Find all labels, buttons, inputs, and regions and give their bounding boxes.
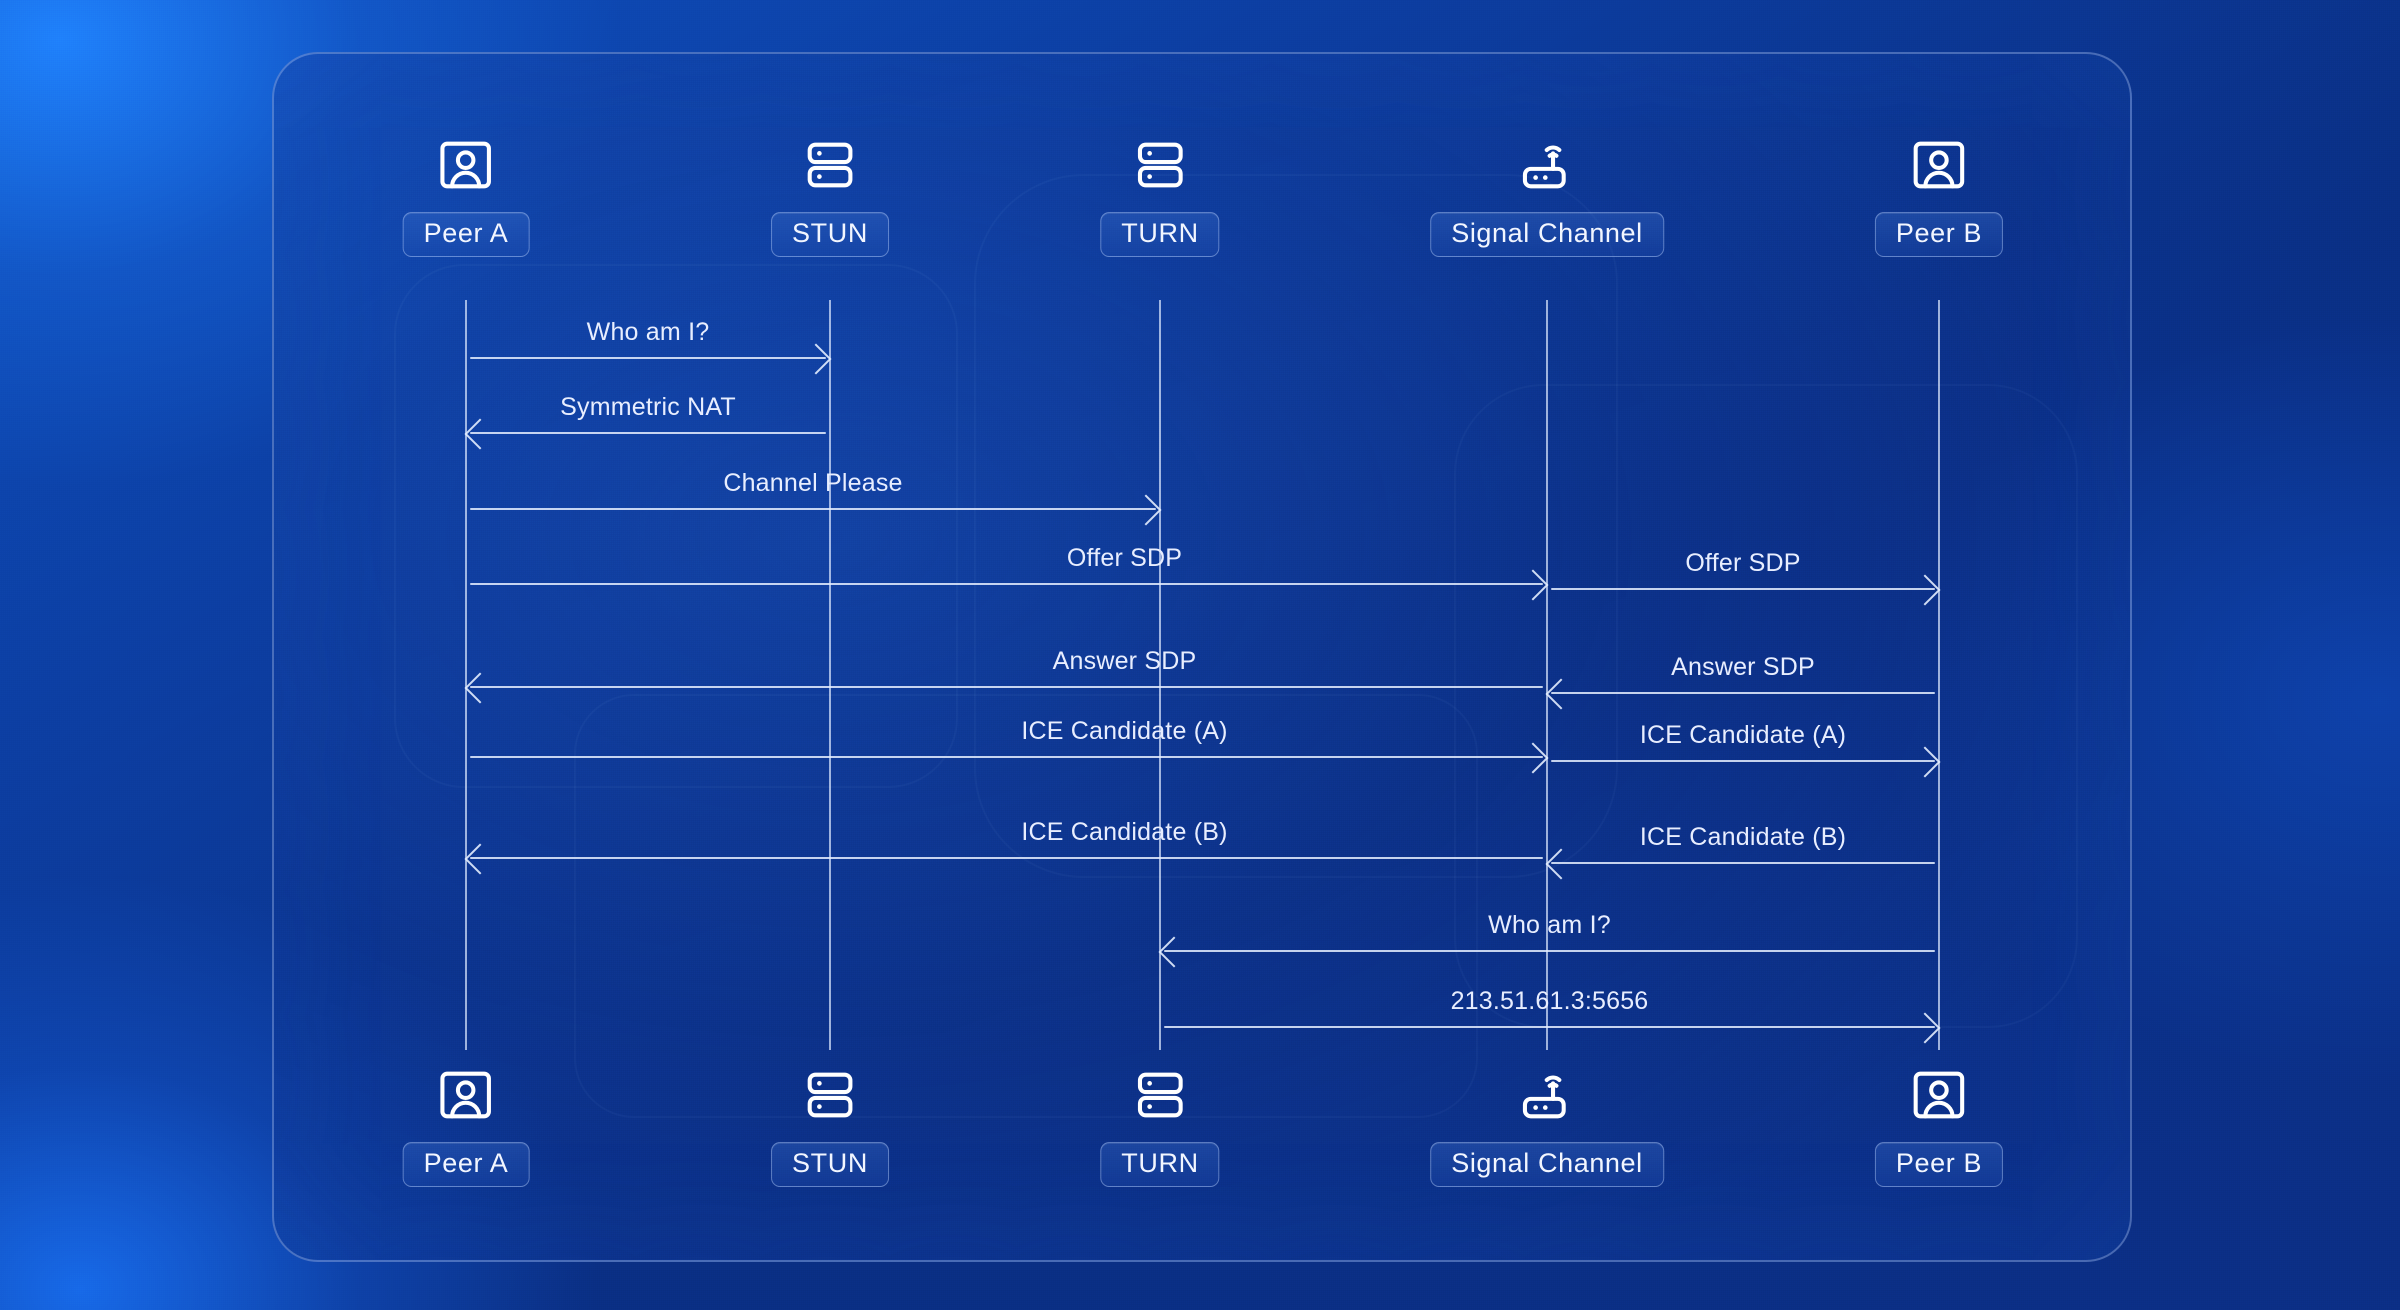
actor-signal-channel-top: Signal Channel	[1430, 134, 1664, 257]
actor-signal-channel-bottom: Signal Channel	[1430, 1064, 1664, 1187]
router-wifi-icon	[1516, 134, 1578, 196]
actor-label-signal-channel[interactable]: Signal Channel	[1430, 1142, 1664, 1187]
server-icon	[1129, 1064, 1191, 1126]
message-label: ICE Candidate (A)	[1639, 721, 1847, 750]
lifeline-stun	[829, 300, 831, 1050]
router-wifi-icon	[1516, 1064, 1578, 1126]
actor-label-peer-b[interactable]: Peer B	[1874, 212, 2004, 257]
message-arrow: Offer SDP	[1551, 551, 1941, 606]
message-label: Offer SDP	[1685, 549, 1801, 578]
message-label: Answer SDP	[1671, 653, 1815, 682]
message-label: Channel Please	[723, 469, 903, 498]
actor-peer-a-bottom: Peer A	[402, 1064, 530, 1187]
message-arrow: Offer SDP	[470, 546, 1549, 601]
message-arrow: Who am I?	[470, 320, 832, 375]
message-arrow: ICE Candidate (A)	[470, 719, 1549, 774]
server-icon	[799, 134, 861, 196]
message-line	[1164, 950, 1935, 953]
message-label: 213.51.61.3:5656	[1450, 987, 1649, 1016]
message-arrow: ICE Candidate (B)	[1545, 825, 1935, 880]
person-card-icon	[1908, 1064, 1970, 1126]
message-label: Who am I?	[1488, 911, 1611, 940]
message-arrow: Answer SDP	[464, 649, 1543, 704]
diagram-card: Peer A Peer A STUN STUN TURN TURN Signal Chann…	[272, 52, 2132, 1262]
message-arrow: ICE Candidate (A)	[1551, 723, 1941, 778]
actor-peer-b-top: Peer B	[1874, 134, 2004, 257]
arrowhead-left-icon	[464, 843, 496, 875]
actor-peer-b-bottom: Peer B	[1874, 1064, 2004, 1187]
message-line	[470, 583, 1543, 586]
message-label: ICE Candidate (B)	[1021, 818, 1228, 847]
message-line	[1551, 588, 1935, 591]
actor-label-stun[interactable]: STUN	[771, 212, 889, 257]
message-arrow: Channel Please	[470, 471, 1162, 526]
message-label: ICE Candidate (A)	[1021, 717, 1228, 746]
message-line	[470, 432, 826, 435]
actor-stun-top: STUN	[771, 134, 889, 257]
actor-label-peer-a[interactable]: Peer A	[402, 212, 530, 257]
actor-label-turn[interactable]: TURN	[1100, 212, 1220, 257]
message-label: ICE Candidate (B)	[1639, 823, 1847, 852]
actor-peer-a-top: Peer A	[402, 134, 530, 257]
message-arrow: Who am I?	[1158, 913, 1935, 968]
person-card-icon	[1908, 134, 1970, 196]
actor-label-signal-channel[interactable]: Signal Channel	[1430, 212, 1664, 257]
message-line	[1551, 692, 1935, 695]
actor-turn-top: TURN	[1100, 134, 1220, 257]
actor-label-peer-a[interactable]: Peer A	[402, 1142, 530, 1187]
person-card-icon	[435, 134, 497, 196]
message-label: Who am I?	[586, 318, 710, 347]
lifeline-peer-b	[1938, 300, 1940, 1050]
actor-stun-bottom: STUN	[771, 1064, 889, 1187]
message-label: Symmetric NAT	[560, 393, 736, 422]
actor-label-turn[interactable]: TURN	[1100, 1142, 1220, 1187]
message-line	[470, 686, 1543, 689]
message-line	[470, 508, 1156, 511]
message-line	[470, 857, 1543, 860]
actor-label-stun[interactable]: STUN	[771, 1142, 889, 1187]
message-label: Offer SDP	[1066, 544, 1183, 573]
server-icon	[799, 1064, 861, 1126]
message-line	[1164, 1026, 1935, 1029]
message-line	[470, 756, 1543, 759]
message-arrow: ICE Candidate (B)	[464, 820, 1543, 875]
message-line	[1551, 760, 1935, 763]
server-icon	[1129, 134, 1191, 196]
person-card-icon	[435, 1064, 497, 1126]
message-arrow: Answer SDP	[1545, 655, 1935, 710]
message-line	[1551, 862, 1935, 865]
lifeline-peer-a	[465, 300, 467, 1050]
actor-turn-bottom: TURN	[1100, 1064, 1220, 1187]
message-label: Answer SDP	[1052, 647, 1197, 676]
message-arrow: 213.51.61.3:5656	[1164, 989, 1941, 1044]
message-line	[470, 357, 826, 360]
message-arrow: Symmetric NAT	[464, 395, 826, 450]
actor-label-peer-b[interactable]: Peer B	[1874, 1142, 2004, 1187]
